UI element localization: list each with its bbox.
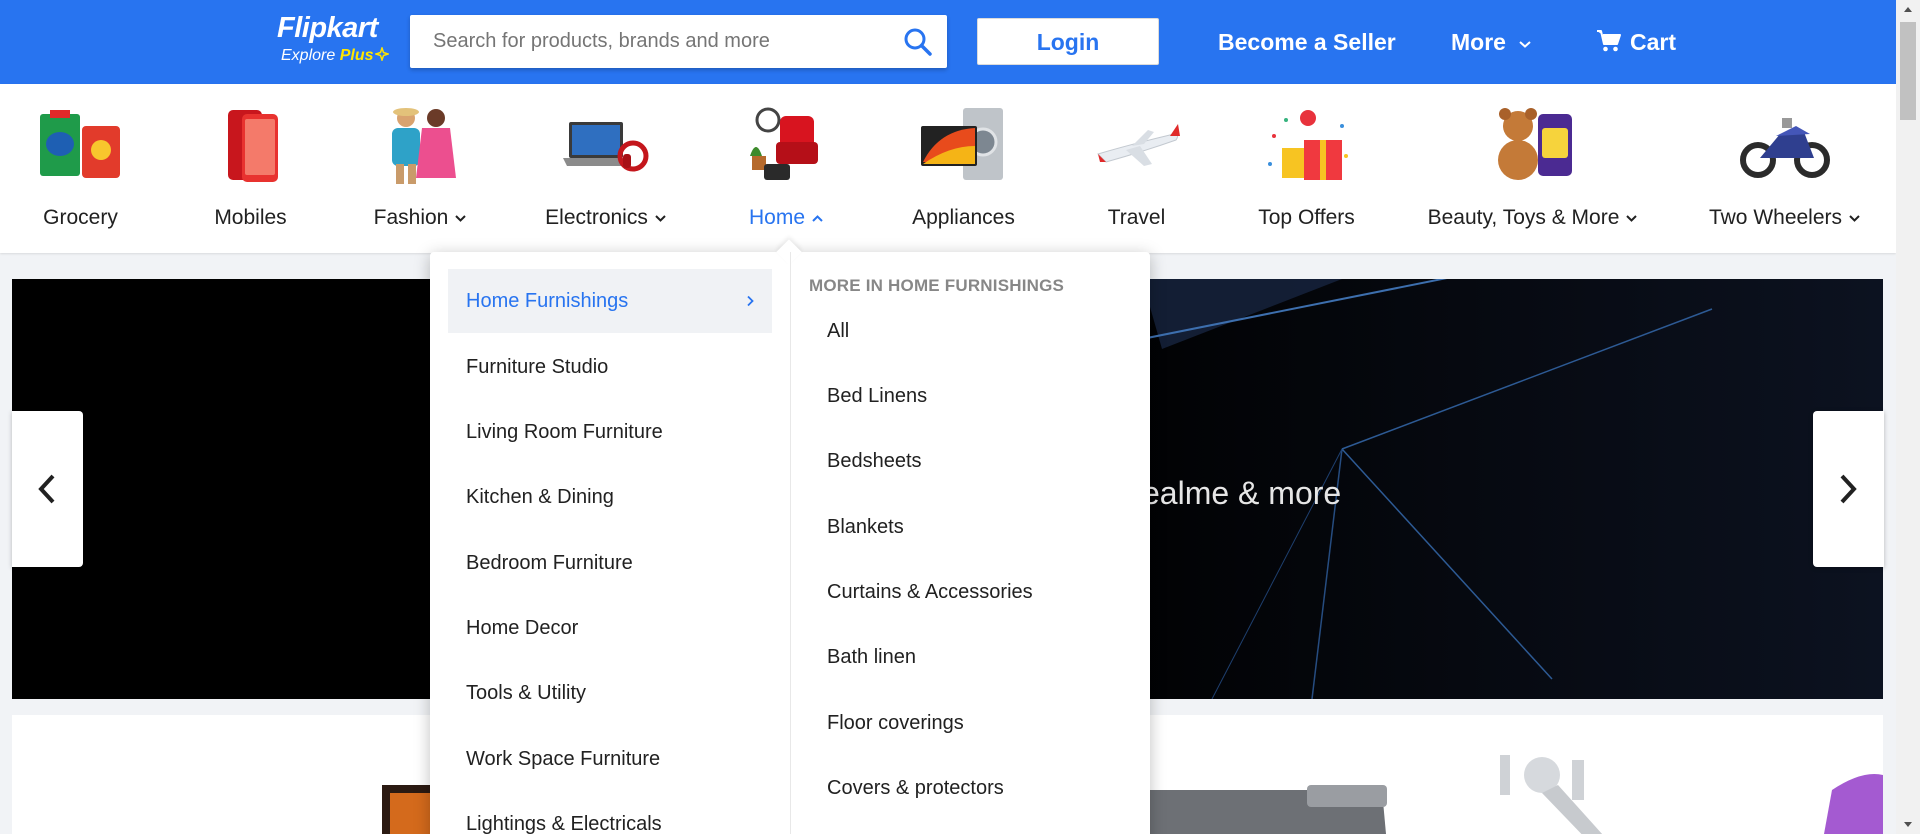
category-label: Two Wheelers	[1695, 206, 1875, 230]
dropdown-item-lightings-electricals[interactable]: Lightings & Electricals	[448, 792, 772, 834]
dropdown-item-living-room-furniture[interactable]: Living Room Furniture	[448, 400, 772, 464]
scrollbar-thumb[interactable]	[1900, 22, 1916, 120]
category-label-text: Beauty, Toys & More	[1427, 206, 1620, 229]
category-label: Electronics	[532, 206, 680, 230]
more-menu-button[interactable]: More	[1451, 27, 1532, 57]
chevron-right-icon	[1840, 474, 1857, 504]
category-label: Travel	[1107, 206, 1166, 229]
dropdown-item-furniture-studio[interactable]: Furniture Studio	[448, 335, 772, 399]
subcategory-bed-linens[interactable]: Bed Linens	[827, 385, 927, 408]
chevron-down-icon	[655, 215, 666, 222]
category-grocery[interactable]: Grocery	[22, 84, 139, 253]
category-label-text: Home	[748, 206, 806, 229]
more-label: More	[1451, 29, 1506, 55]
plus-star-icon	[373, 45, 390, 63]
chevron-right-icon	[747, 295, 754, 307]
mobile-phone-icon	[227, 110, 278, 182]
fashion-icon	[391, 108, 456, 184]
category-label: Home	[728, 206, 845, 230]
category-electronics[interactable]: Electronics	[532, 84, 680, 253]
category-appliances[interactable]: Appliances	[898, 84, 1029, 253]
banner-text: ealme & more	[1142, 475, 1342, 511]
banner-next-button[interactable]	[1813, 411, 1884, 567]
subcategory-all[interactable]: All	[827, 320, 849, 343]
banner-prev-button[interactable]	[12, 411, 83, 567]
dropdown-subheading: MORE IN HOME FURNISHINGS	[809, 276, 1065, 295]
category-mobiles[interactable]: Mobiles	[192, 84, 309, 253]
search-icon	[904, 28, 932, 56]
login-button[interactable]: Login	[977, 18, 1159, 65]
subcategory-bedsheets[interactable]: Bedsheets	[827, 450, 922, 473]
subcategory-covers-protectors[interactable]: Covers & protectors	[827, 777, 1004, 800]
become-seller-link[interactable]: Become a Seller	[1218, 27, 1396, 57]
dropdown-item-label: Home Furnishings	[466, 290, 629, 312]
logo-text: Flipkart	[277, 12, 378, 44]
scroll-down-arrow-icon[interactable]	[1896, 816, 1920, 834]
dropdown-item-bedroom-furniture[interactable]: Bedroom Furniture	[448, 531, 772, 595]
dropdown-item-home-furnishings[interactable]: Home Furnishings	[448, 269, 772, 333]
category-two-wheelers[interactable]: Two Wheelers	[1695, 84, 1875, 253]
dropdown-item-tools-utility[interactable]: Tools & Utility	[448, 661, 772, 725]
chevron-down-icon	[455, 215, 467, 222]
page-scrollbar[interactable]	[1896, 0, 1920, 834]
dropdown-item-kitchen-dining[interactable]: Kitchen & Dining	[448, 465, 772, 529]
subcategory-curtains-accessories[interactable]: Curtains & Accessories	[827, 581, 1033, 604]
category-fashion[interactable]: Fashion	[362, 84, 479, 253]
category-travel[interactable]: Travel	[1078, 84, 1195, 253]
cart-icon	[1597, 30, 1621, 52]
category-label: Appliances	[912, 206, 1015, 229]
top-header: Flipkart Explore Plus Login Become a Sel…	[0, 0, 1896, 84]
chevron-up-icon	[812, 215, 823, 222]
teddy-bear-icon	[1498, 108, 1572, 180]
category-beauty-toys[interactable]: Beauty, Toys & More	[1418, 84, 1648, 253]
category-label-text: Fashion	[373, 206, 449, 229]
logo-subtext: Explore Plus	[281, 45, 390, 65]
dropdown-item-home-decor[interactable]: Home Decor	[448, 596, 772, 660]
category-bar: Grocery Mobiles Fashion Electronics Home…	[0, 84, 1896, 253]
subcategory-bath-linen[interactable]: Bath linen	[827, 646, 916, 669]
motorcycle-icon	[1740, 118, 1830, 178]
logo-explore-text: Explore	[281, 47, 336, 64]
category-home[interactable]: Home	[728, 84, 845, 253]
category-label-text: Electronics	[545, 206, 648, 229]
scroll-up-arrow-icon[interactable]	[1896, 0, 1920, 18]
dropdown-item-work-space-furniture[interactable]: Work Space Furniture	[448, 727, 772, 791]
category-label: Fashion	[362, 206, 479, 230]
dropdown-subcategory-list: MORE IN HOME FURNISHINGS All Bed Linens …	[791, 252, 1150, 834]
chevron-down-icon	[1626, 215, 1638, 222]
search-bar	[410, 15, 947, 68]
grocery-icon	[39, 110, 120, 178]
chevron-down-icon	[1849, 215, 1860, 222]
subcategory-blankets[interactable]: Blankets	[827, 516, 904, 539]
dropdown-category-list: Home Furnishings Furniture Studio Living…	[430, 252, 791, 834]
category-label: Grocery	[43, 206, 118, 229]
search-button[interactable]	[903, 27, 933, 57]
airplane-icon	[1096, 124, 1180, 166]
flipkart-logo[interactable]: Flipkart Explore Plus	[277, 12, 393, 70]
category-top-offers[interactable]: Top Offers	[1248, 84, 1365, 253]
appliances-icon	[920, 108, 1003, 180]
page: Flipkart Explore Plus Login Become a Sel…	[0, 0, 1896, 834]
gift-offer-icon	[1267, 110, 1348, 180]
category-label: Mobiles	[214, 206, 287, 229]
home-dropdown-menu: Home Furnishings Furniture Studio Living…	[430, 239, 1150, 834]
cart-label: Cart	[1630, 29, 1677, 55]
chevron-down-icon	[1519, 41, 1532, 48]
cart-link[interactable]: Cart	[1596, 27, 1676, 57]
category-label: Top Offers	[1258, 206, 1355, 229]
logo-plus-text: Plus	[339, 47, 374, 64]
laptop-icon	[563, 122, 649, 172]
category-label: Beauty, Toys & More	[1418, 206, 1648, 230]
home-furniture-icon	[749, 107, 818, 180]
category-label-text: Two Wheelers	[1708, 206, 1843, 229]
subcategory-floor-coverings[interactable]: Floor coverings	[827, 712, 964, 735]
search-input[interactable]	[410, 15, 880, 68]
chevron-left-icon	[38, 474, 55, 504]
